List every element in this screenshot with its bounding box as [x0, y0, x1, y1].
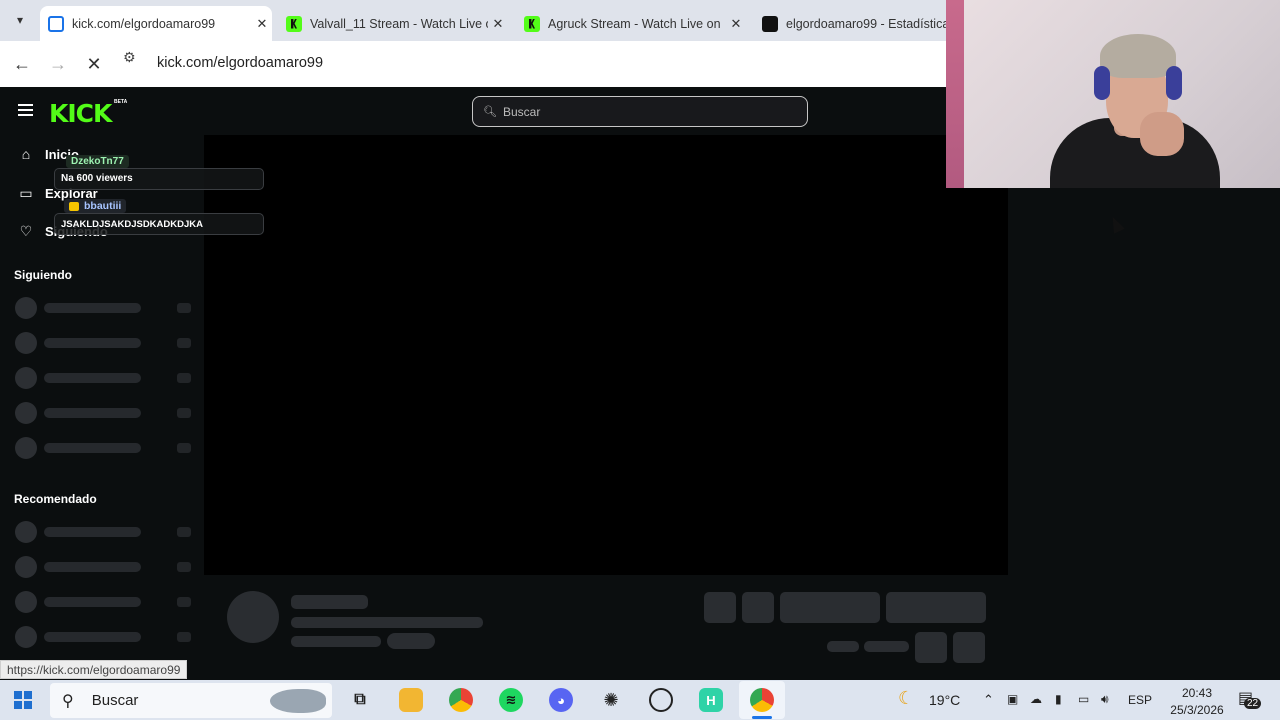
obs-icon[interactable]	[649, 688, 673, 712]
stream-title-skeleton	[291, 617, 483, 628]
tab-title: kick.com/elgordoamaro99	[72, 16, 216, 31]
icon-button-skeleton	[915, 632, 947, 663]
task-view-icon[interactable]: ⧉	[348, 688, 372, 712]
action-button-skeleton	[742, 592, 774, 623]
recommended-skeleton-row	[15, 626, 191, 648]
following-skeleton-row	[15, 297, 191, 319]
stats-favicon-icon	[762, 15, 778, 32]
tab-title: Agruck Stream - Watch Live on	[548, 16, 721, 31]
close-icon[interactable]: ✕	[252, 16, 272, 32]
action-button-skeleton	[704, 592, 736, 623]
stat-skeleton	[864, 641, 909, 652]
clock-time: 20:43	[1181, 686, 1213, 700]
chat-username-label: bbautiii	[84, 200, 122, 212]
kick-favicon-icon	[524, 15, 540, 32]
weather-temp[interactable]: 19°C	[929, 692, 960, 708]
subscriber-badge-icon	[69, 201, 79, 211]
taskbar-search-label: Buscar	[91, 692, 139, 709]
status-bar-url: https://kick.com/elgordoamaro99	[0, 660, 188, 679]
active-indicator	[752, 716, 772, 719]
chat-username: DzekoTn77	[66, 155, 129, 168]
discord-icon[interactable]: ◕	[549, 688, 573, 712]
tab-estadisticas[interactable]: elgordoamaro99 - Estadísticas	[754, 6, 946, 41]
forward-arrow-icon[interactable]: →	[46, 52, 70, 76]
file-explorer-icon[interactable]	[399, 688, 423, 712]
taskbar-search[interactable]: ⚲ Buscar	[50, 683, 332, 718]
category-skeleton	[291, 636, 381, 647]
chat-message-text: JSAKLDJSAKDJSDKADKDJKA	[61, 219, 203, 230]
h-app-icon[interactable]: H	[699, 688, 723, 712]
channel-name-skeleton	[291, 595, 368, 609]
kick-logo[interactable]: KICK	[49, 99, 112, 128]
channel-avatar-skeleton	[227, 591, 279, 643]
back-arrow-icon[interactable]: ←	[10, 52, 34, 76]
language-indicator[interactable]: ESP	[1128, 693, 1152, 707]
following-section-title: Siguiendo	[14, 268, 72, 282]
menu-icon[interactable]	[18, 104, 33, 116]
windows-start-icon[interactable]	[14, 691, 32, 709]
chrome-active-icon[interactable]	[750, 688, 774, 712]
recommended-section-title: Recomendado	[14, 492, 97, 506]
chat-username: bbautiii	[64, 199, 127, 213]
meet-icon[interactable]: ▣	[1007, 692, 1018, 706]
following-skeleton-row	[15, 367, 191, 389]
tab-agruck-stream[interactable]: Agruck Stream - Watch Live on ✕	[516, 6, 746, 41]
recommended-skeleton-row	[15, 591, 191, 613]
clock-date: 25/3/2026	[1170, 703, 1224, 717]
recommended-skeleton-row	[15, 556, 191, 578]
clock[interactable]: 20:43 25/3/2026	[1162, 685, 1232, 719]
chevron-up-icon[interactable]: ⌃	[983, 692, 994, 708]
network-icon[interactable]: ▭	[1078, 692, 1089, 706]
chat-message-text: Na 600 viewers	[61, 173, 133, 184]
following-skeleton-row	[15, 402, 191, 424]
search-icon: 🔍︎	[483, 106, 497, 118]
home-icon: ⌂	[21, 146, 31, 162]
search-input[interactable]	[502, 104, 783, 119]
webcam-overlay	[946, 0, 1280, 188]
following-skeleton-row	[15, 437, 191, 459]
heart-icon: ♡	[19, 223, 33, 239]
subscribe-button-skeleton	[886, 592, 986, 623]
tab-kick-elgordoamaro99[interactable]: kick.com/elgordoamaro99 ✕	[40, 6, 272, 41]
video-player[interactable]	[204, 135, 1008, 575]
following-skeleton-row	[15, 332, 191, 354]
chatgpt-icon[interactable]: ✺	[599, 688, 623, 712]
cloud-icon[interactable]: ☁	[1030, 692, 1042, 706]
icon-button-skeleton	[953, 632, 985, 663]
moon-weather-icon: ☾	[898, 688, 915, 708]
tab-valvall-stream[interactable]: Valvall_11 Stream - Watch Live o ✕	[278, 6, 508, 41]
spotify-icon[interactable]: ≋	[499, 688, 523, 712]
stat-skeleton	[827, 641, 859, 652]
close-icon[interactable]: ✕	[488, 16, 508, 32]
follow-button-skeleton	[780, 592, 880, 623]
site-info-icon[interactable]: ⚙	[123, 49, 136, 66]
beta-badge: BETA	[114, 99, 128, 105]
mouse-cursor-icon	[1107, 214, 1125, 234]
microphone-icon[interactable]: ▮	[1055, 692, 1062, 706]
kick-favicon-icon	[286, 15, 302, 32]
url-field[interactable]: kick.com/elgordoamaro99	[157, 55, 323, 71]
notification-icon[interactable]: ▤ 22	[1238, 688, 1262, 712]
chrome-icon[interactable]	[449, 688, 473, 712]
browse-icon: ▭	[19, 185, 33, 201]
globe-icon	[48, 15, 64, 32]
tag-skeleton	[387, 633, 435, 649]
recommended-skeleton-row	[15, 521, 191, 543]
tab-title: elgordoamaro99 - Estadísticas	[786, 16, 946, 31]
kick-search-box[interactable]: 🔍︎	[472, 96, 808, 127]
search-icon: ⚲	[62, 692, 74, 710]
search-highlight-image	[270, 689, 326, 713]
stop-loading-icon[interactable]: ✕	[82, 52, 106, 76]
tab-search-dropdown[interactable]: ▾	[8, 8, 32, 32]
volume-icon[interactable]: 🔊︎	[1101, 692, 1109, 707]
close-icon[interactable]: ✕	[726, 16, 746, 32]
tab-title: Valvall_11 Stream - Watch Live o	[310, 16, 488, 31]
address-bar	[0, 41, 946, 87]
notification-count: 22	[1244, 698, 1262, 709]
